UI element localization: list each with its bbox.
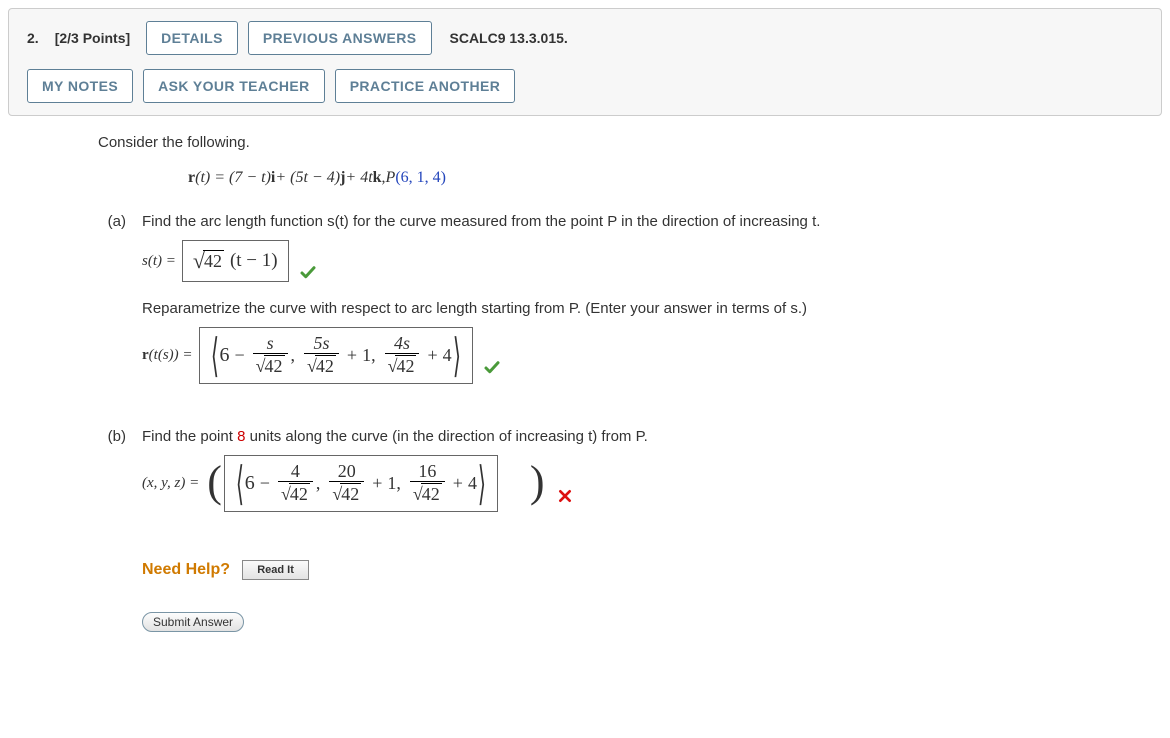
part-a-prompt-1: Find the arc length function s(t) for th… xyxy=(142,213,1170,230)
a1-factor: (t − 1) xyxy=(230,250,278,272)
pb-post: units along the curve (in the direction … xyxy=(245,428,647,445)
eq-r: r xyxy=(188,169,195,187)
b-t3-c: 4 xyxy=(468,473,477,494)
check-icon xyxy=(483,359,501,381)
part-a-prompt-2: Reparametrize the curve with respect to … xyxy=(142,300,1170,317)
answer-a2-label: r(t(s)) = xyxy=(142,347,193,364)
need-help-label: Need Help? xyxy=(142,561,230,578)
check-icon xyxy=(299,264,317,286)
b-t2-c: 1 xyxy=(387,473,396,494)
part-a-label: (a) xyxy=(98,213,126,402)
b-t3-den: 42 xyxy=(421,483,442,505)
answer-a1-label: s(t) = xyxy=(142,253,176,270)
a2-t1-num: s xyxy=(264,334,277,353)
a2-t3-num: 4s xyxy=(391,334,413,353)
details-button[interactable]: DETAILS xyxy=(146,21,238,55)
answer-b-row: (x, y, z) = ( ⟨ 6− 4√42 , 20√42 +1 , 16√… xyxy=(142,455,1170,512)
pb-pre: Find the point xyxy=(142,428,237,445)
b-t3-num: 16 xyxy=(415,462,439,481)
eq-P-args: (6, 1, 4) xyxy=(395,169,446,187)
points-label: [2/3 Points] xyxy=(55,30,130,46)
a2-t3-c: 4 xyxy=(443,345,452,366)
a1-sqrt-arg: 42 xyxy=(203,250,224,272)
intro-text: Consider the following. xyxy=(98,134,1170,151)
previous-answers-button[interactable]: PREVIOUS ANSWERS xyxy=(248,21,432,55)
part-b-label: (b) xyxy=(98,428,126,632)
a2-t3-den: 42 xyxy=(395,355,416,377)
need-help-row: Need Help? Read It xyxy=(142,560,1170,580)
a2-t2-num: 5s xyxy=(310,334,332,353)
ask-your-teacher-button[interactable]: ASK YOUR TEACHER xyxy=(143,69,325,103)
b-t1-a: 6 xyxy=(245,472,255,495)
practice-another-button[interactable]: PRACTICE ANOTHER xyxy=(335,69,516,103)
answer-a2-box[interactable]: ⟨ 6− s√42 , 5s√42 +1 , 4s√42 +4 ⟩ xyxy=(199,327,473,384)
problem-container: 2. [2/3 Points] DETAILS PREVIOUS ANSWERS… xyxy=(0,8,1170,658)
b-t2-num: 20 xyxy=(335,462,359,481)
question-header: 2. [2/3 Points] DETAILS PREVIOUS ANSWERS… xyxy=(8,8,1162,116)
eq-body: (t) = (7 − t) xyxy=(195,169,271,187)
eq-P: P xyxy=(386,169,396,187)
a2-t2-den: 42 xyxy=(315,355,336,377)
b-t1-den: 42 xyxy=(289,483,310,505)
a2-t1-den: 42 xyxy=(264,355,285,377)
part-b-prompt: Find the point 8 units along the curve (… xyxy=(142,428,1170,445)
a2-t1-a: 6 xyxy=(219,344,229,367)
a2-t2-c: 1 xyxy=(362,345,371,366)
answer-b-label: (x, y, z) = xyxy=(142,475,199,492)
x-icon xyxy=(557,488,573,508)
eq-mid2: + 4t xyxy=(345,169,372,187)
given-equation: r(t) = (7 − t)i + (5t − 4)j + 4tk, P(6, … xyxy=(98,165,1170,203)
question-reference: SCALC9 13.3.015. xyxy=(450,30,568,46)
part-a: (a) Find the arc length function s(t) fo… xyxy=(98,213,1170,402)
answer-b-box[interactable]: ⟨ 6− 4√42 , 20√42 +1 , 16√42 +4 ⟩ xyxy=(224,455,498,512)
eq-k: k xyxy=(373,169,382,187)
answer-a1-row: s(t) = √42 (t − 1) xyxy=(142,240,1170,282)
question-body: Consider the following. r(t) = (7 − t)i … xyxy=(0,116,1170,658)
b-t2-den: 42 xyxy=(340,483,361,505)
answer-a1-box[interactable]: √42 (t − 1) xyxy=(182,240,289,282)
b-t1-num: 4 xyxy=(288,462,303,481)
my-notes-button[interactable]: MY NOTES xyxy=(27,69,133,103)
read-it-button[interactable]: Read It xyxy=(242,560,309,580)
part-b: (b) Find the point 8 units along the cur… xyxy=(98,428,1170,632)
header-row-1: 2. [2/3 Points] DETAILS PREVIOUS ANSWERS… xyxy=(27,21,1143,55)
header-row-2: MY NOTES ASK YOUR TEACHER PRACTICE ANOTH… xyxy=(27,69,1143,103)
submit-answer-button[interactable]: Submit Answer xyxy=(142,612,244,632)
eq-mid1: + (5t − 4) xyxy=(275,169,340,187)
answer-a2-row: r(t(s)) = ⟨ 6− s√42 , 5s√42 +1 , 4s√42 xyxy=(142,327,1170,384)
question-number: 2. xyxy=(27,30,39,46)
